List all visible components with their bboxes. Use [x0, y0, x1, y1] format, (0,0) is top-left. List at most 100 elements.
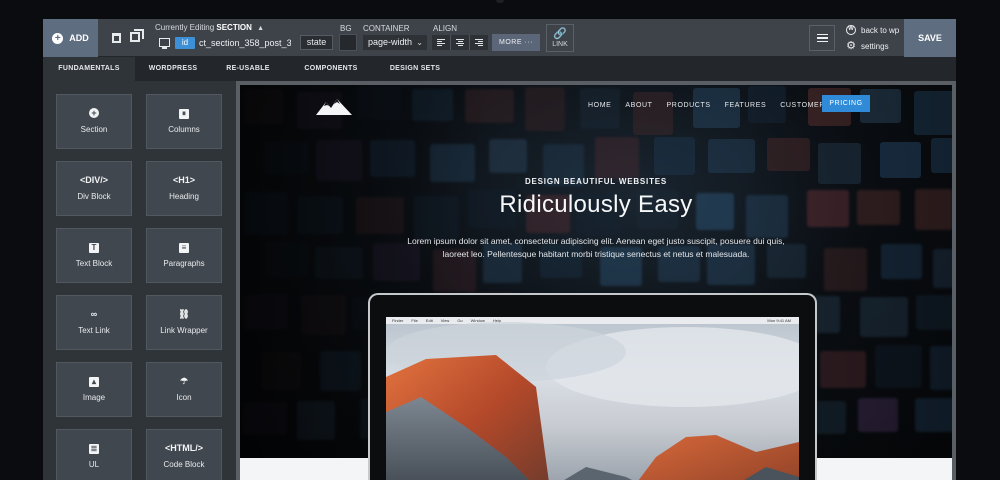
background-tile [766, 137, 810, 171]
add-text-block-button[interactable]: T Text Block [56, 228, 132, 283]
list-icon: ≣ [89, 444, 99, 454]
add-paragraphs-button[interactable]: ≡ Paragraphs [146, 228, 222, 283]
element-label: Image [82, 393, 106, 402]
background-tile [429, 143, 475, 182]
element-label: Text Link [78, 326, 110, 335]
add-icon-button[interactable]: ☂ Icon [146, 362, 222, 417]
nav-features[interactable]: FEATURES [725, 101, 767, 111]
background-tile [859, 297, 909, 338]
tab-wordpress[interactable]: WORDPRESS [135, 57, 211, 81]
link-button-label: LINK [552, 41, 568, 48]
align-group [432, 35, 488, 50]
site-nav: HOME ABOUT PRODUCTS FEATURES CUSTOMERS [588, 101, 844, 111]
background-tile [594, 137, 640, 180]
settings-link[interactable]: ⚙ settings [846, 38, 906, 54]
settings-label: settings [861, 41, 889, 51]
background-tile [819, 350, 866, 388]
image-icon: ▴ [57, 375, 131, 387]
save-button[interactable]: SAVE [904, 19, 956, 57]
background-tile [300, 294, 346, 335]
tab-reusable[interactable]: RE-USABLE [211, 57, 285, 81]
align-center-button[interactable] [451, 35, 470, 50]
id-badge[interactable]: id [175, 37, 195, 49]
background-tile [653, 137, 696, 176]
h1-tag-icon: <H1> [172, 175, 196, 185]
tab-fundamentals[interactable]: FUNDAMENTALS [43, 57, 135, 81]
add-image-button[interactable]: ▴ Image [56, 362, 132, 417]
container-label: CONTAINER [363, 24, 410, 33]
link-button[interactable]: 🔗 LINK [546, 24, 574, 52]
caret-up-icon: ▲ [257, 25, 265, 32]
nav-home[interactable]: HOME [588, 101, 611, 111]
plus-circle-icon: + [57, 107, 131, 119]
background-tile [525, 87, 566, 132]
add-heading-button[interactable]: <H1> Heading [146, 161, 222, 216]
add-ul-button[interactable]: ≣ UL [56, 429, 132, 480]
pricing-button[interactable]: PRICING [822, 95, 870, 112]
background-tile [857, 398, 898, 433]
hamburger-menu-icon[interactable] [809, 25, 835, 51]
builder-app: + ADD Currently Editing SECTION ▲ id ct_… [43, 19, 956, 480]
add-link-wrapper-button[interactable]: ⛓ Link Wrapper [146, 295, 222, 350]
add-button[interactable]: + ADD [43, 19, 98, 57]
background-tile [263, 142, 309, 175]
background-tile [296, 400, 336, 440]
editing-target: SECTION [216, 23, 252, 32]
add-button-label: ADD [69, 33, 89, 43]
add-text-link-button[interactable]: ∞ Text Link [56, 295, 132, 350]
camera-notch [496, 0, 504, 3]
state-button[interactable]: state [300, 35, 333, 50]
element-label: Columns [168, 125, 200, 134]
container-select[interactable]: page-width ⌄ [363, 35, 427, 50]
background-tile [932, 248, 952, 289]
page-preview[interactable]: HOME ABOUT PRODUCTS FEATURES CUSTOMERS P… [240, 85, 952, 480]
paragraph-icon: ≡ [147, 241, 221, 253]
html-tag-icon: <HTML/> [164, 443, 203, 453]
background-tile [243, 89, 284, 125]
add-code-block-button[interactable]: <HTML/> Code Block [146, 429, 222, 480]
editing-indicator[interactable]: Currently Editing SECTION ▲ [155, 23, 264, 32]
align-label: ALIGN [433, 24, 458, 33]
element-label: UL [88, 460, 100, 469]
selector-input[interactable]: ct_section_358_post_3( [199, 37, 291, 50]
bg-label: BG [340, 24, 352, 33]
hero-heading[interactable]: Ridiculously Easy [240, 191, 952, 219]
background-tile [357, 85, 402, 121]
hero-paragraph[interactable]: Lorem ipsum dolor sit amet, consectetur … [396, 235, 796, 261]
tab-components[interactable]: COMPONENTS [285, 57, 377, 81]
background-tile [370, 139, 416, 178]
back-to-wp-link[interactable]: W back to wp [846, 22, 906, 38]
trash-icon[interactable] [112, 33, 121, 43]
nav-about[interactable]: ABOUT [625, 101, 652, 111]
tab-design-sets[interactable]: DESIGN SETS [377, 57, 453, 81]
add-section-button[interactable]: + Section [56, 94, 132, 149]
add-columns-button[interactable]: ⏸ Columns [146, 94, 222, 149]
background-tile [930, 137, 952, 174]
add-div-block-button[interactable]: <DIV/> Div Block [56, 161, 132, 216]
element-label: Icon [176, 393, 192, 402]
mountain-logo[interactable] [316, 97, 352, 115]
background-tile [914, 397, 952, 432]
more-button[interactable]: MORE ··· [492, 34, 540, 51]
align-right-button[interactable] [470, 35, 488, 50]
background-tile [315, 246, 364, 280]
panel-tabs: FUNDAMENTALS WORDPRESS RE-USABLE COMPONE… [43, 57, 956, 81]
element-label: Section [80, 125, 108, 134]
div-tag-icon: <DIV/> [79, 175, 108, 185]
laptop-mockup-image[interactable]: Finder File Edit View Go Window Help Mon… [368, 293, 817, 480]
align-left-button[interactable] [432, 35, 451, 50]
background-tile [412, 88, 453, 122]
chain-link-icon: 🔗 [553, 28, 567, 40]
nav-products[interactable]: PRODUCTS [667, 101, 711, 111]
background-tile [632, 92, 674, 136]
monitor-icon[interactable] [159, 38, 170, 49]
duplicate-icon[interactable] [130, 29, 144, 42]
chevron-down-icon: ⌄ [416, 38, 423, 47]
wp-actions: W back to wp ⚙ settings [846, 22, 906, 54]
top-toolbar: + ADD Currently Editing SECTION ▲ id ct_… [43, 19, 956, 57]
background-tile [489, 139, 528, 173]
hero-eyebrow[interactable]: DESIGN BEAUTIFUL WEBSITES [240, 177, 952, 186]
bg-color-swatch[interactable] [339, 34, 357, 51]
element-label: Link Wrapper [160, 326, 208, 335]
back-to-wp-label: back to wp [861, 25, 900, 35]
